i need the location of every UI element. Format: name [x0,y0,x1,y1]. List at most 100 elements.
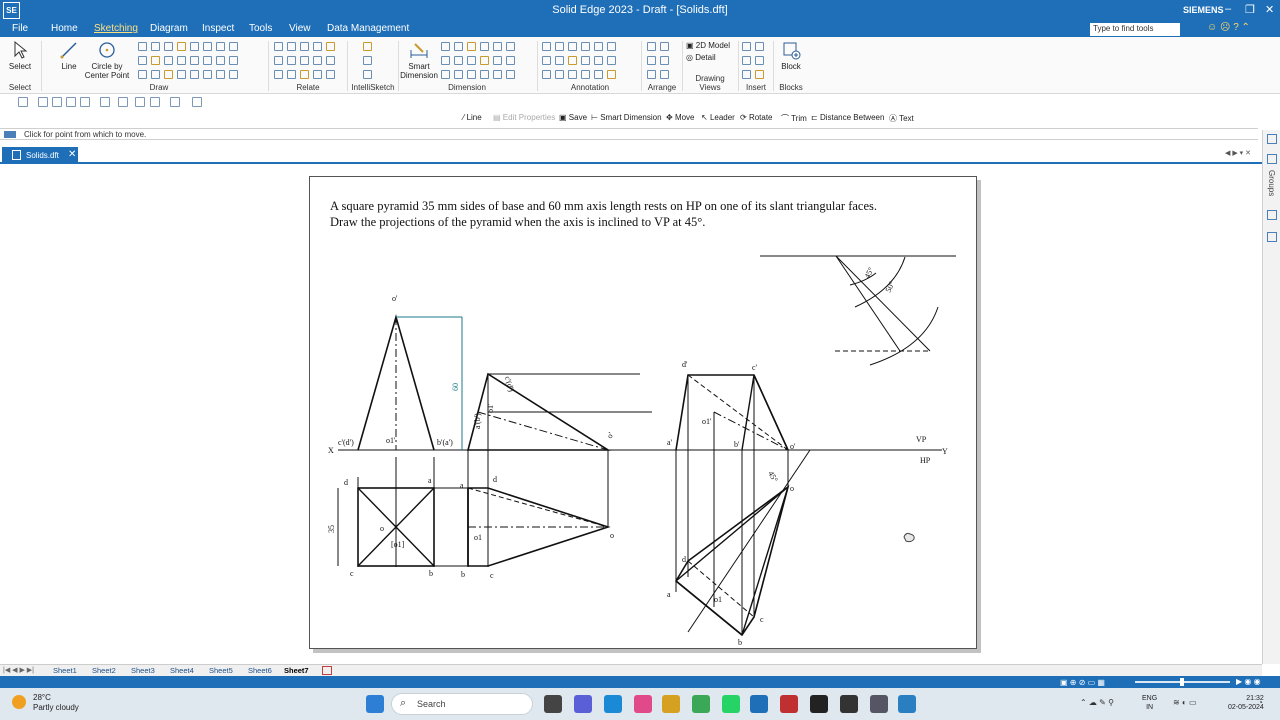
properties-icon[interactable] [100,97,110,107]
teams-icon[interactable] [574,695,592,713]
zoom-slider-thumb[interactable] [1180,678,1184,686]
title-bar: SE Solid Edge 2023 - Draft - [Solids.dft… [0,0,1280,22]
smart-dimension-button[interactable]: Smart Dimension [399,40,439,80]
network-sound-icons[interactable]: ≋ ◐ ▭ [1173,698,1197,707]
print-icon[interactable] [80,97,90,107]
sheet-nav-arrows[interactable]: |◀ ◀ ▶ ▶| [3,666,34,674]
tray-icons[interactable]: ⌃ ☁ ✎ ⚲ [1080,698,1114,707]
taskbar-search[interactable]: ⌕ Search [391,693,533,715]
file-explorer-icon[interactable] [662,695,680,713]
new-file-icon[interactable] [18,97,28,107]
save-file-icon[interactable] [52,97,62,107]
circle-center-button[interactable]: Circle by Center Point [82,40,132,80]
line-button[interactable]: Line [54,40,84,71]
find-tools-input[interactable]: Type to find tools [1090,23,1180,36]
app-icon-3[interactable] [898,695,916,713]
sheet-tab-1[interactable]: Sheet1 [53,666,77,675]
label-o: o [380,524,384,533]
label-c-prime: c' [752,363,758,372]
menu-inspect[interactable]: Inspect [202,23,234,34]
cmd-rotate[interactable]: ⟳ Rotate [740,113,773,122]
solid-edge-taskbar-icon[interactable] [750,695,768,713]
sheet-tab-5[interactable]: Sheet5 [209,666,233,675]
add-sheet-icon[interactable] [322,666,332,675]
cmd-line[interactable]: ⁄ Line [463,113,482,122]
label-b-prime: b' [734,440,740,449]
redo-icon[interactable] [170,97,180,107]
group-label-insert: Insert [745,83,766,92]
group-draw: Line Circle by Center Point Draw [44,37,274,94]
cmd-save[interactable]: ▣ Save [559,113,587,122]
tab-nav-arrows[interactable]: ◀ ▶ ▾ ✕ [1225,149,1251,157]
model-2d-button[interactable]: ▣ 2D Model [686,41,730,50]
app-icon[interactable] [840,695,858,713]
chrome-icon[interactable] [692,695,710,713]
select-button[interactable]: Select [6,40,34,71]
customize-icon[interactable] [192,97,202,107]
pane-help-icon[interactable] [1267,232,1277,242]
groups-pane-label[interactable]: Groups [1267,170,1276,196]
save-as-icon[interactable] [66,97,76,107]
group-label-drawing-views: Drawing Views [695,74,725,92]
cmd-text[interactable]: Ⓐ Text [889,113,914,124]
insert-tools-grid[interactable] [740,41,772,83]
cut-icon[interactable] [118,97,128,107]
maximize-button[interactable]: ❐ [1245,3,1255,16]
menu-diagram[interactable]: Diagram [150,23,188,34]
sheet-tab-7[interactable]: Sheet7 [284,666,309,675]
drawing-sheet[interactable]: A square pyramid 35 mm sides of base and… [309,176,977,649]
intellisketch-tools[interactable] [361,41,381,83]
relate-tools-grid[interactable] [272,41,347,83]
whatsapp-icon[interactable] [722,695,740,713]
annotation-tools-grid[interactable] [540,41,640,83]
close-window-button[interactable]: ✕ [1265,3,1274,16]
app-icon-2[interactable] [870,695,888,713]
sheet-tab-4[interactable]: Sheet4 [170,666,194,675]
cmd-distance-between[interactable]: ⊏ Distance Between [811,113,884,122]
start-windows-icon[interactable] [366,695,384,713]
menu-tools[interactable]: Tools [249,23,272,34]
menu-view[interactable]: View [289,23,311,34]
draw-tools-grid[interactable] [136,41,276,83]
group-blocks: Block Blocks [775,37,807,94]
menu-sketching[interactable]: Sketching [94,23,138,34]
minimize-button[interactable]: – [1225,3,1231,15]
sheet-tab-2[interactable]: Sheet2 [92,666,116,675]
tab-solids-dft[interactable]: Solids.dft ✕ [2,147,78,164]
drawing-canvas[interactable]: A square pyramid 35 mm sides of base and… [0,164,1262,664]
notification-icon[interactable]: ◔ [1258,698,1263,707]
pane-library-icon[interactable] [1267,134,1277,144]
menu-home[interactable]: Home [51,23,78,34]
capcut-icon[interactable] [810,695,828,713]
menu-file[interactable]: File [12,23,28,34]
detail-button[interactable]: ◎ Detail [686,53,716,62]
cmd-edit-properties: ▤ Edit Properties [493,113,556,122]
cmd-leader[interactable]: ↖ Leader [701,113,735,122]
view-tools-icons[interactable]: ▣ ⊕ ⊘ ▭ ▦ [1060,678,1105,687]
cmd-trim[interactable]: ⌒ Trim [781,113,807,124]
task-view-icon[interactable] [544,695,562,713]
arrange-tools-grid[interactable] [645,41,679,83]
close-tab-button[interactable]: ✕ [68,149,76,160]
paste-icon[interactable] [135,97,145,107]
pane-groups-icon[interactable] [1267,154,1277,164]
label-x: X [328,446,334,455]
cmd-smart-dimension[interactable]: ⊢ Smart Dimension [591,113,662,122]
block-button[interactable]: Block [777,40,805,71]
undo-icon[interactable] [150,97,160,107]
pane-layers-icon[interactable] [1267,210,1277,220]
open-file-icon[interactable] [38,97,48,107]
solid-edge-2023-icon[interactable] [780,695,798,713]
sheet-tab-3[interactable]: Sheet3 [131,666,155,675]
edge-icon[interactable] [604,695,622,713]
label-o1-prime: o1' [386,436,396,445]
dimension-tools-grid[interactable] [439,41,537,83]
aux-angle-arc-50 [854,256,906,308]
language-indicator[interactable]: ENG IN [1142,694,1157,712]
media-player-icon[interactable] [634,695,652,713]
cmd-move[interactable]: ✥ Move [666,113,695,122]
menu-data-management[interactable]: Data Management [327,23,409,34]
record-icons[interactable]: ▶ ◉ ◉ [1236,677,1261,686]
help-icons[interactable]: ☺ ☹ ? ⌃ [1207,22,1250,33]
sheet-tab-6[interactable]: Sheet6 [248,666,272,675]
